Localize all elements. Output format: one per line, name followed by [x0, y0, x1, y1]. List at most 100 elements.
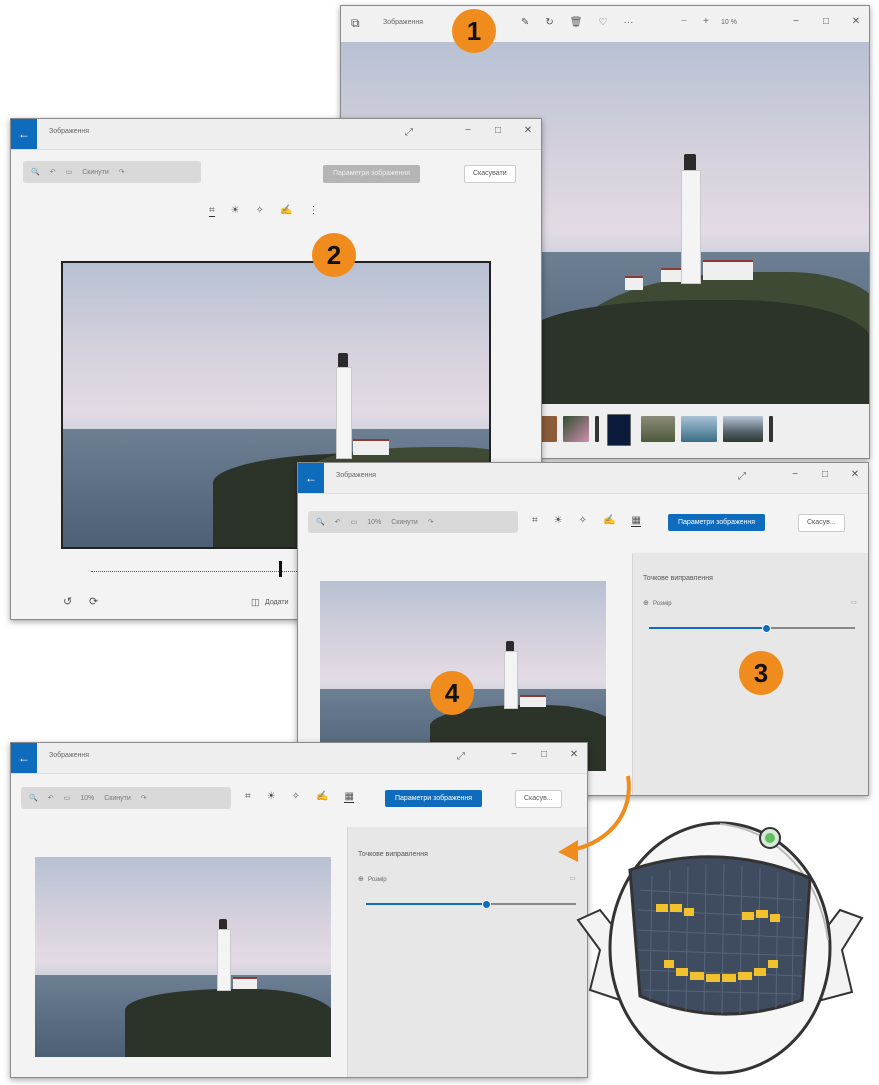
save-copy-label[interactable]: Додати [265, 599, 289, 606]
photo-lamp [684, 154, 696, 170]
filter-icon[interactable]: ▦ [631, 515, 641, 527]
window-controls: − □ ✕ [463, 125, 533, 136]
flip-icon[interactable]: ⟳ [89, 595, 98, 608]
spot-fix-result-window: ← Зображення ⤢ − □ ✕ 🔍 ↶ ▭ 10% Скинути ↷… [10, 742, 588, 1078]
filmstrip-thumbnail[interactable] [563, 416, 589, 442]
window-title: Зображення [336, 472, 377, 479]
back-button[interactable]: ← [11, 119, 37, 149]
edit-mode-tabs: ⌗ ☀ ✧ ✍ ⋮ [209, 205, 318, 217]
crop-icon[interactable]: ⌗ [532, 515, 538, 527]
edit-icon[interactable]: ✎ [521, 17, 529, 28]
step-badge-1: 1 [452, 9, 496, 53]
close-button[interactable]: ✕ [523, 125, 533, 136]
image-settings-button[interactable]: Параметри зображення [385, 790, 483, 807]
filmstrip-thumbnail[interactable] [595, 416, 599, 442]
back-button[interactable]: ← [11, 743, 37, 773]
size-slider-thumb[interactable] [762, 624, 772, 633]
spot-fix-icon[interactable]: ✧ [292, 791, 300, 803]
zoom-icon[interactable]: 🔍 [316, 518, 325, 526]
step-badge-3: 3 [739, 651, 783, 695]
zoom-in-button[interactable]: + [703, 16, 709, 27]
fit-icon[interactable]: ▭ [66, 168, 73, 176]
redo-icon[interactable]: ↷ [119, 168, 125, 176]
expand-icon[interactable]: ⤢ [457, 751, 465, 762]
edit-toolbar: 🔍 ↶ ▭ 10% Скинути ↷ [308, 511, 518, 533]
undo-icon[interactable]: ↶ [335, 518, 341, 526]
maximize-button[interactable]: □ [539, 749, 549, 760]
edit-mode-tabs: ⌗ ☀ ✧ ✍ ▦ [245, 791, 354, 803]
size-slider-fill [366, 903, 486, 905]
zoom-icon[interactable]: 🔍 [31, 168, 40, 176]
crop-icon[interactable]: ⌗ [209, 205, 215, 217]
size-slider[interactable] [366, 900, 576, 909]
close-button[interactable]: ✕ [569, 749, 579, 760]
photo-house [703, 260, 753, 280]
reset-button[interactable]: Скинути [82, 169, 109, 176]
size-label: Розмір [653, 601, 672, 607]
markup-icon[interactable]: ✍ [280, 205, 292, 217]
size-slider[interactable] [649, 624, 855, 633]
filmstrip-thumbnail[interactable] [769, 416, 773, 442]
rotate-icon[interactable]: ↻ [545, 17, 553, 28]
adjust-icon[interactable]: ☀ [554, 515, 563, 527]
result-photo [35, 857, 331, 1057]
fit-icon[interactable]: ▭ [64, 794, 71, 802]
aspect-icon[interactable]: ◫ [251, 597, 260, 608]
minimize-button[interactable]: − [790, 469, 800, 480]
zoom-level: 10% [80, 794, 95, 802]
delete-icon[interactable]: 🗑 [570, 17, 583, 28]
filmstrip-thumbnail-selected[interactable] [607, 414, 631, 446]
adjust-icon[interactable]: ☀ [231, 205, 240, 217]
markup-icon[interactable]: ✍ [603, 515, 615, 527]
rotate-left-icon[interactable]: ↺ [63, 595, 72, 608]
photo-lamp [506, 641, 514, 651]
image-settings-button[interactable]: Параметри зображення [323, 165, 421, 183]
minimize-button[interactable]: − [791, 16, 801, 27]
expand-icon[interactable]: ⤢ [738, 471, 746, 482]
photo-rocks [531, 300, 869, 404]
more-icon[interactable]: ··· [623, 17, 633, 28]
back-button[interactable]: ← [298, 463, 324, 493]
filter-icon[interactable]: ▦ [344, 791, 354, 803]
window-title: Зображення [49, 752, 90, 759]
maximize-button[interactable]: □ [820, 469, 830, 480]
image-settings-button[interactable]: Параметри зображення [668, 514, 766, 531]
zoom-out-button[interactable]: − [681, 16, 687, 27]
favorite-icon[interactable]: ♡ [598, 17, 607, 28]
close-button[interactable]: ✕ [850, 469, 860, 480]
close-button[interactable]: ✕ [851, 16, 861, 27]
size-slider-fill [649, 627, 767, 629]
undo-icon[interactable]: ↶ [50, 168, 56, 176]
reset-button[interactable]: Скинути [104, 795, 131, 802]
window-controls: − □ ✕ [509, 749, 579, 760]
filmstrip-thumbnail[interactable] [641, 416, 675, 442]
maximize-button[interactable]: □ [821, 16, 831, 27]
reset-button[interactable]: Скинути [391, 519, 418, 526]
zoom-icon[interactable]: 🔍 [29, 794, 38, 802]
save-button[interactable]: Скасувати [464, 165, 516, 183]
crop-icon[interactable]: ⌗ [245, 791, 251, 803]
edit-toolbar: 🔍 ↶ ▭ 10% Скинути ↷ [21, 787, 231, 809]
robot-illustration [576, 821, 864, 1075]
minimize-button[interactable]: − [463, 125, 473, 136]
expand-icon[interactable]: ⤢ [405, 127, 413, 138]
filter-icon[interactable]: ⋮ [308, 205, 318, 217]
cancel-button[interactable]: Скасув... [798, 514, 845, 532]
redo-icon[interactable]: ↷ [141, 794, 147, 802]
redo-icon[interactable]: ↷ [428, 518, 434, 526]
spot-fix-icon[interactable]: ✧ [256, 205, 264, 217]
filmstrip-thumbnail[interactable] [681, 416, 717, 442]
fit-icon[interactable]: ▭ [351, 518, 358, 526]
adjust-icon[interactable]: ☀ [267, 791, 276, 803]
size-slider-thumb[interactable] [481, 900, 491, 909]
straighten-ruler[interactable] [91, 571, 301, 582]
markup-icon[interactable]: ✍ [316, 791, 328, 803]
panel-title: Точкове виправлення [643, 575, 713, 582]
maximize-button[interactable]: □ [493, 125, 503, 136]
window-controls: − □ ✕ [791, 16, 861, 27]
undo-icon[interactable]: ↶ [48, 794, 54, 802]
filmstrip-thumbnail[interactable] [723, 416, 763, 442]
minimize-button[interactable]: − [509, 749, 519, 760]
spot-fix-icon[interactable]: ✧ [579, 515, 587, 527]
ruler-handle[interactable] [279, 561, 282, 577]
